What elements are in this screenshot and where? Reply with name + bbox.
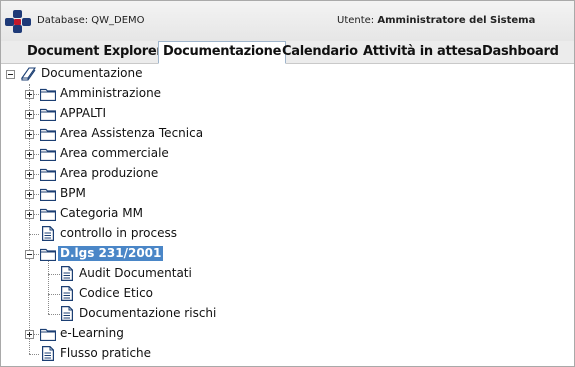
user-label: Utente: Amministratore del Sistema bbox=[337, 15, 535, 26]
book-icon bbox=[20, 67, 36, 81]
folder-icon bbox=[40, 128, 56, 141]
tree-item-flusso-pratiche[interactable]: Flusso pratiche bbox=[60, 346, 151, 361]
expand-toggle-icon[interactable] bbox=[25, 330, 34, 339]
document-icon bbox=[42, 226, 54, 241]
expand-toggle-icon[interactable] bbox=[25, 190, 34, 199]
tree-branch-line bbox=[48, 314, 60, 315]
folder-icon bbox=[40, 148, 56, 161]
tree-item-amministrazione[interactable]: Amministrazione bbox=[60, 86, 161, 101]
app-window: Database: QW_DEMO Utente: Amministratore… bbox=[0, 0, 575, 367]
document-tree: Documentazione Amministrazione APPALTI Area… bbox=[1, 64, 574, 366]
tab-bar: Document Explorer Documentazione Calenda… bbox=[1, 41, 574, 64]
tree-item-area-commerciale[interactable]: Area commerciale bbox=[60, 146, 169, 161]
tree-guide-line bbox=[29, 84, 30, 354]
expand-toggle-icon[interactable] bbox=[25, 210, 34, 219]
tree-item-audit-documentati[interactable]: Audit Documentati bbox=[79, 266, 192, 281]
expand-toggle-icon[interactable] bbox=[25, 150, 34, 159]
tree-item-area-produzione[interactable]: Area produzione bbox=[60, 166, 158, 181]
tab-dashboard[interactable]: Dashboard bbox=[482, 42, 559, 62]
tree-item-appalti[interactable]: APPALTI bbox=[60, 106, 106, 121]
expand-toggle-icon[interactable] bbox=[25, 130, 34, 139]
expand-toggle-icon[interactable] bbox=[25, 170, 34, 179]
expand-toggle-icon[interactable] bbox=[25, 110, 34, 119]
collapse-toggle-icon[interactable] bbox=[6, 70, 15, 79]
folder-icon bbox=[40, 328, 56, 341]
document-icon bbox=[42, 346, 54, 361]
tree-item-e-learning[interactable]: e-Learning bbox=[60, 326, 124, 341]
collapse-toggle-icon[interactable] bbox=[25, 250, 34, 259]
tab-document-explorer[interactable]: Document Explorer bbox=[27, 42, 163, 62]
tree-item-categoria-mm[interactable]: Categoria MM bbox=[60, 206, 143, 221]
tree-item-area-assistenza-tecnica[interactable]: Area Assistenza Tecnica bbox=[60, 126, 203, 141]
folder-icon bbox=[40, 208, 56, 221]
folder-icon bbox=[40, 188, 56, 201]
tree-branch-line bbox=[29, 234, 39, 235]
tree-item-codice-etico[interactable]: Codice Etico bbox=[79, 286, 153, 301]
tree-branch-line bbox=[48, 274, 60, 275]
expand-toggle-icon[interactable] bbox=[25, 90, 34, 99]
folder-icon bbox=[40, 108, 56, 121]
folder-icon bbox=[40, 248, 56, 261]
folder-icon bbox=[40, 168, 56, 181]
user-name: Amministratore del Sistema bbox=[377, 15, 536, 26]
folder-icon bbox=[40, 88, 56, 101]
document-icon bbox=[61, 286, 73, 301]
tree-branch-line bbox=[29, 354, 39, 355]
tab-attivita-in-attesa[interactable]: Attività in attesa bbox=[363, 42, 482, 62]
document-icon bbox=[61, 306, 73, 321]
header-bar: Database: QW_DEMO Utente: Amministratore… bbox=[1, 1, 574, 41]
tree-guide-line bbox=[48, 261, 49, 314]
tree-item-documentazione-rischi[interactable]: Documentazione rischi bbox=[79, 306, 216, 321]
tree-item-d-lgs-231-2001[interactable]: D.lgs 231/2001 bbox=[58, 246, 164, 261]
app-logo-icon bbox=[5, 10, 31, 33]
tree-root-label[interactable]: Documentazione bbox=[41, 66, 142, 81]
tab-calendario[interactable]: Calendario bbox=[282, 42, 358, 62]
tab-documentazione[interactable]: Documentazione bbox=[158, 41, 287, 64]
tree-item-bpm[interactable]: BPM bbox=[60, 186, 86, 201]
user-prefix: Utente: bbox=[337, 15, 378, 26]
document-icon bbox=[61, 266, 73, 281]
database-label: Database: QW_DEMO bbox=[37, 15, 145, 26]
tree-item-controllo-in-process[interactable]: controllo in process bbox=[60, 226, 177, 241]
tree-branch-line bbox=[48, 294, 60, 295]
